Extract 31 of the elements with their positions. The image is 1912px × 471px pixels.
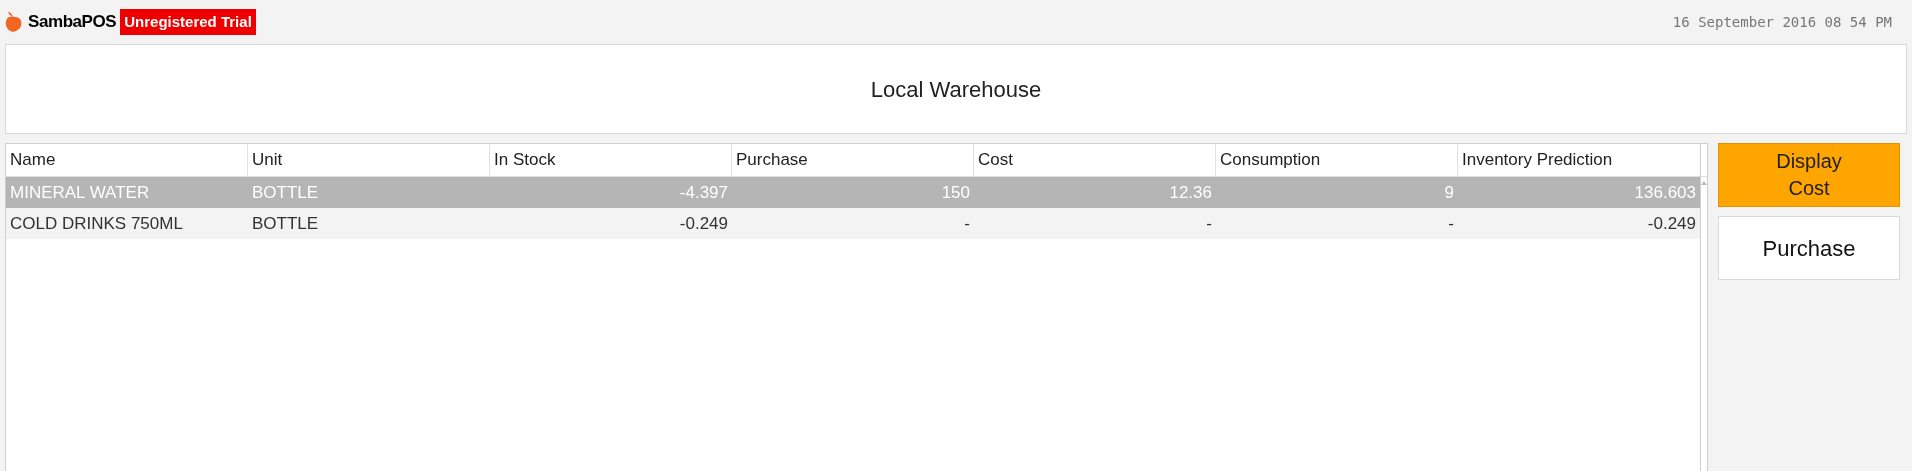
table-cell-text: MINERAL WATER [9, 181, 151, 204]
date-time: 16 September 2016 08 54 PM [1672, 12, 1892, 32]
table-cell-text: 150 [940, 181, 971, 204]
table-cell-text: 9 [1443, 181, 1455, 204]
column-header[interactable]: Inventory Prediction [1458, 144, 1700, 176]
table-cell-text: COLD DRINKS 750ML [9, 212, 184, 235]
scrollbar[interactable] [1700, 144, 1707, 471]
table-cell-text: 136.603 [1633, 181, 1697, 204]
action-button[interactable]: Purchase [1718, 216, 1900, 280]
table-row[interactable]: COLD DRINKS 750ML BOTTLE -0.249 - - - -0.249 [6, 208, 1700, 239]
app-name: SambaPOS [28, 11, 117, 34]
column-header[interactable]: Name [6, 144, 248, 176]
table-cell-text: - [963, 212, 971, 235]
action-button[interactable]: Display Cost [1718, 143, 1900, 207]
column-header[interactable]: Cost [974, 144, 1216, 176]
column-header[interactable]: Unit [248, 144, 490, 176]
logo-icon [4, 11, 24, 33]
table-cell-text: - [1447, 212, 1455, 235]
table-cell-text: -0.249 [1646, 212, 1697, 235]
warehouse-title: Local Warehouse [870, 75, 1042, 104]
table-cell-text: -4.397 [678, 181, 729, 204]
column-header[interactable]: Consumption [1216, 144, 1458, 176]
column-header[interactable]: In Stock [490, 144, 732, 176]
column-header[interactable]: Purchase [732, 144, 974, 176]
trial-badge: Unregistered Trial [120, 8, 256, 36]
table-cell-text: -0.249 [678, 212, 729, 235]
table-cell-text: 12.36 [1168, 181, 1213, 204]
table-cell-text: BOTTLE [251, 181, 320, 204]
scroll-up-icon[interactable] [1701, 181, 1707, 185]
table-cell-text: - [1205, 212, 1213, 235]
table-cell-text: BOTTLE [251, 212, 320, 235]
